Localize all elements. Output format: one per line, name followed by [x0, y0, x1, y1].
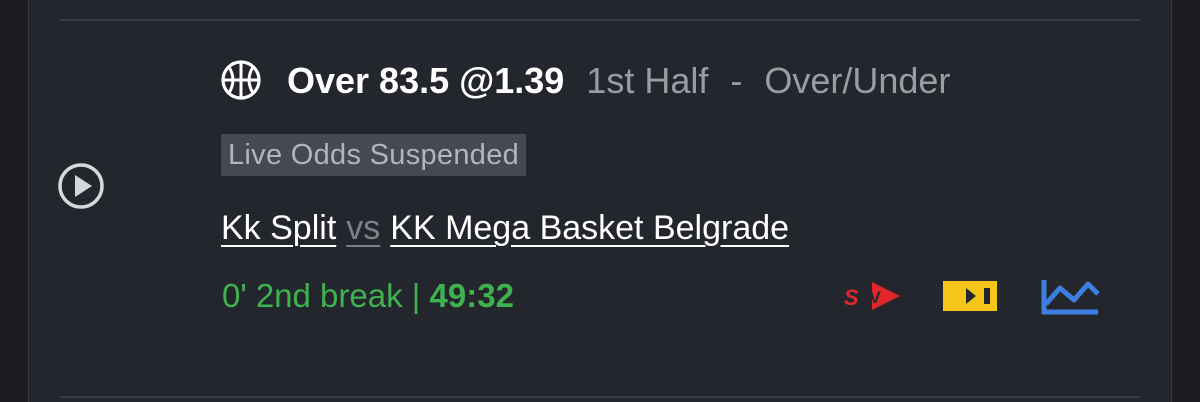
bet-headline: Over 83.5 @1.39 1st Half - Over/Under [287, 58, 950, 104]
bet-period: 1st Half [586, 60, 709, 101]
bet-market: Over/Under [764, 60, 951, 101]
play-button[interactable] [57, 162, 105, 210]
video-player-button[interactable] [940, 278, 1000, 314]
basketball-icon [220, 59, 262, 101]
odds-suspended-badge: Live Odds Suspended [221, 134, 527, 176]
svg-text:TV: TV [859, 288, 881, 307]
match-status: 0' 2nd break | 49:32 [222, 274, 514, 318]
match-phase: 0' 2nd break [222, 277, 403, 314]
bottom-divider [60, 396, 1140, 398]
svg-text:S: S [844, 285, 859, 310]
stv-stream-icon: S TV [844, 282, 900, 310]
top-divider [60, 19, 1140, 21]
stats-chart-button[interactable] [1040, 276, 1100, 316]
stv-stream-button[interactable]: S TV [842, 279, 902, 313]
play-circle-icon [58, 163, 104, 209]
away-team-link[interactable]: KK Mega Basket Belgrade [390, 209, 789, 247]
status-divider: | [411, 277, 421, 314]
match-title: Kk Split vs KK Mega Basket Belgrade [221, 206, 789, 250]
match-clock: 49:32 [429, 277, 514, 314]
headline-separator: - [730, 60, 743, 101]
bet-selection: Over 83.5 @1.39 [287, 60, 565, 101]
line-chart-icon [1041, 280, 1100, 315]
home-team-link[interactable]: Kk Split [221, 209, 336, 247]
vs-label: vs [346, 209, 381, 247]
video-player-icon [943, 281, 997, 311]
